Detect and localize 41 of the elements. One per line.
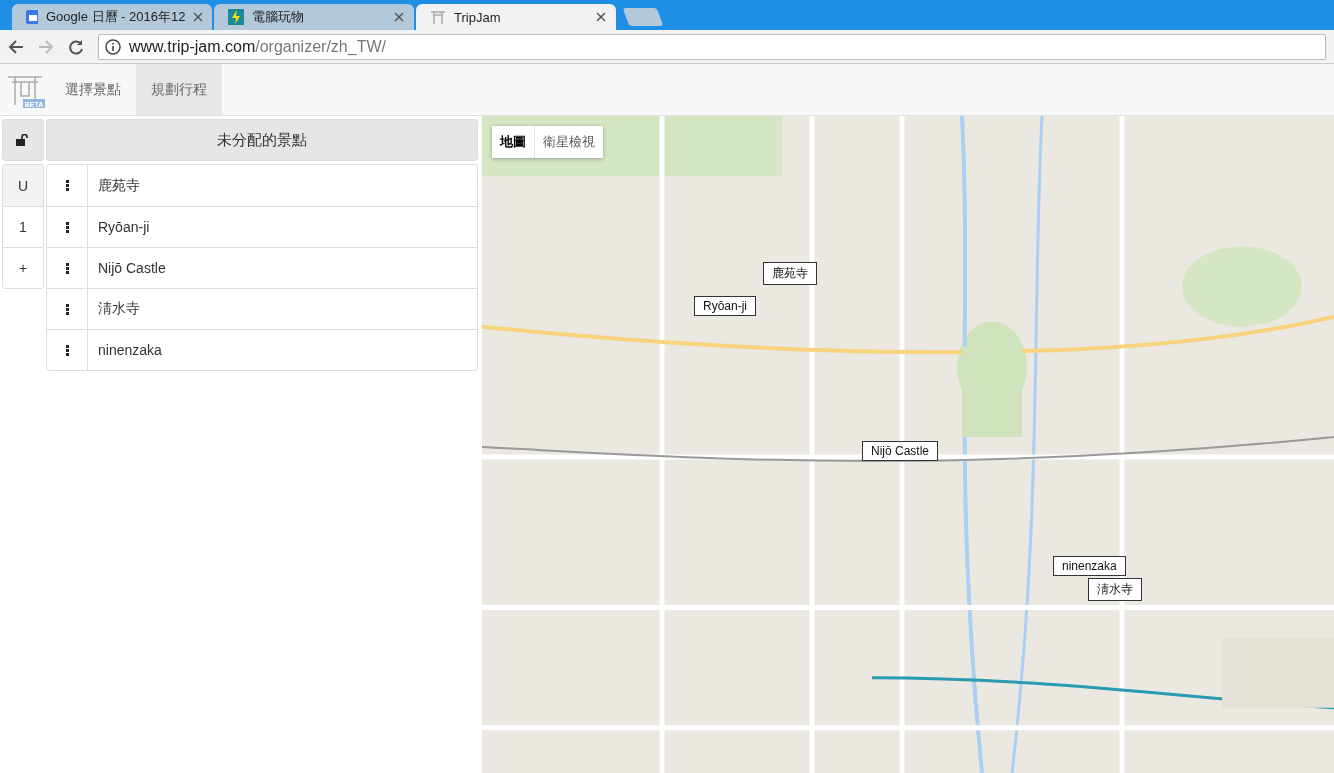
gate-icon [430,10,446,24]
browser-tab[interactable]: 電腦玩物 [214,4,414,30]
calendar-icon [26,10,38,24]
tab-title: TripJam [454,9,502,25]
url-path: /organizer/zh_TW/ [255,37,386,56]
close-icon[interactable] [394,12,404,22]
back-icon[interactable] [8,39,24,54]
panel-title: 未分配的景點 [46,119,478,161]
map-type-button[interactable]: 地圖 [492,126,534,158]
close-icon[interactable] [193,12,202,22]
map-marker-label[interactable]: Nijō Castle [862,441,939,461]
map-marker-label[interactable]: ninenzaka [1053,556,1126,576]
lightning-icon [228,9,244,25]
nav-tab[interactable]: 選擇景點 [50,64,136,115]
nav-tab[interactable]: 規劃行程 [136,64,222,115]
info-icon [105,38,121,55]
reload-icon[interactable] [68,38,84,55]
tab-title: 電腦玩物 [252,8,305,26]
place-name[interactable]: ninenzaka [88,330,162,370]
drag-handle-icon[interactable] [65,221,69,233]
map-marker-label[interactable]: Ryōan-ji [694,296,756,316]
day-tab[interactable]: + [3,247,43,288]
place-name[interactable]: Nijō Castle [88,248,166,288]
close-icon[interactable] [596,12,606,22]
map-marker-label[interactable]: 淸水寺 [1088,578,1142,601]
map-type-button[interactable]: 衛星檢視 [534,126,603,158]
browser-tab[interactable]: TripJam [416,4,616,30]
drag-handle-icon[interactable] [65,262,69,274]
url-host: www.trip-jam.com [129,37,256,56]
browser-tab[interactable]: Google 日曆 - 2016年12 [12,4,212,30]
place-name[interactable]: 淸水寺 [88,289,140,329]
map-marker-label[interactable]: 鹿苑寺 [763,262,817,285]
tab-title: Google 日曆 - 2016年12 [45,8,186,26]
address-bar[interactable]: www.trip-jam.com/organizer/zh_TW/ [98,33,1326,60]
place-name[interactable]: 鹿苑寺 [88,165,140,206]
drag-handle-icon[interactable] [65,344,69,356]
drag-handle-icon[interactable] [65,180,69,191]
drag-handle-icon[interactable] [65,303,69,315]
lock-button[interactable] [2,119,44,161]
day-tab[interactable]: U [3,165,43,206]
place-name[interactable]: Ryōan-ji [88,207,150,247]
